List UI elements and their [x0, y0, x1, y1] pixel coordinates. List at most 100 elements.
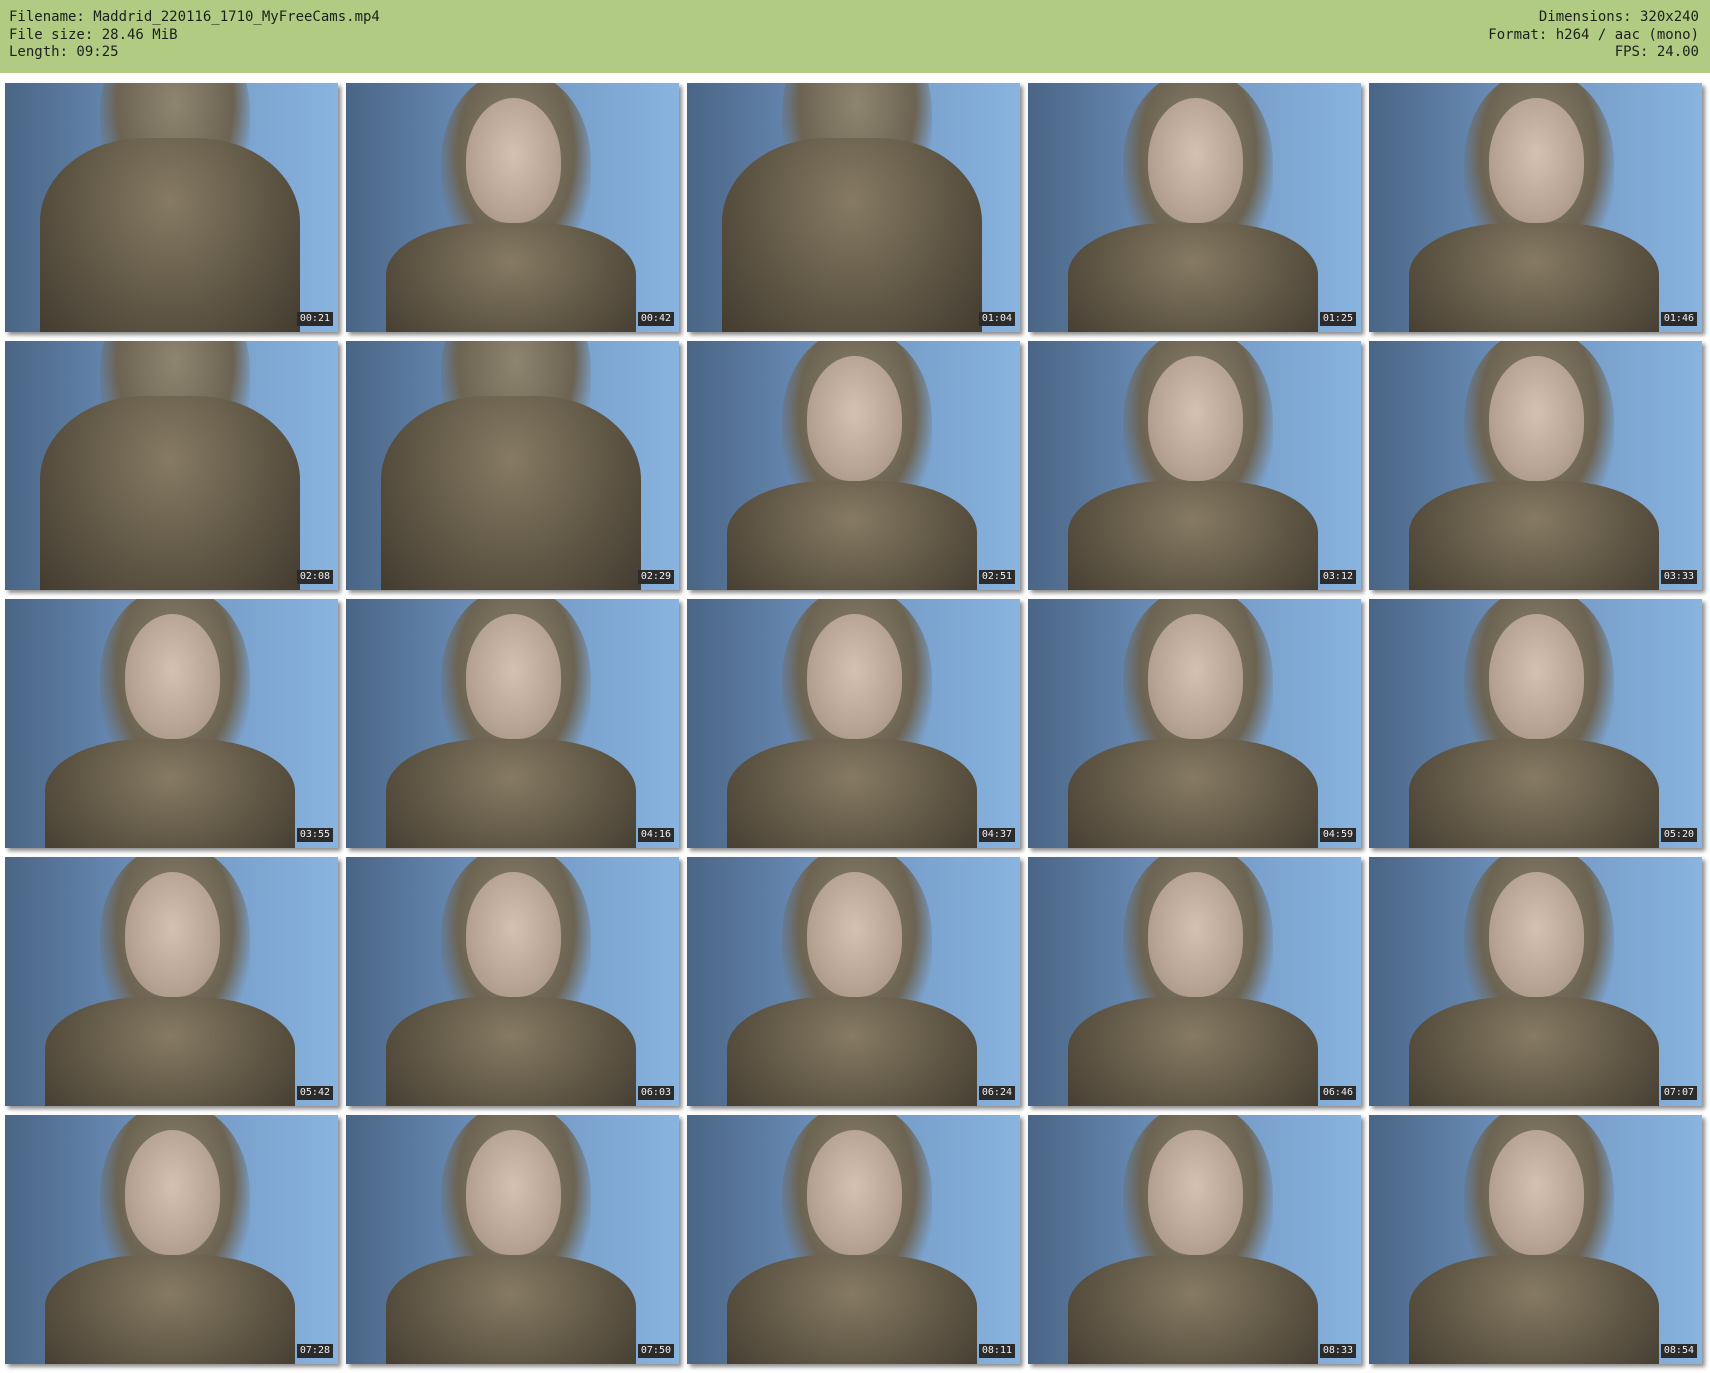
frame-dress-shape: [1068, 997, 1318, 1106]
frame-face-shape: [466, 872, 561, 997]
video-thumbnail: 07:50: [346, 1115, 679, 1364]
frame-face-shape: [1148, 356, 1243, 481]
video-thumbnail: 00:21: [5, 83, 338, 332]
timestamp-label: 01:25: [1319, 312, 1356, 326]
frame-dress-shape: [386, 223, 636, 332]
timestamp-label: 02:08: [296, 570, 333, 584]
timestamp-label: 08:33: [1319, 1344, 1356, 1358]
info-header: Filename: Maddrid_220116_1710_MyFreeCams…: [0, 0, 1710, 73]
timestamp-label: 02:51: [978, 570, 1015, 584]
frame-dress-shape: [386, 997, 636, 1106]
frame-face-shape: [1148, 614, 1243, 739]
video-thumbnail: 07:28: [5, 1115, 338, 1364]
frame-dress-shape: [386, 739, 636, 848]
file-info-right: Dimensions: 320x240 Format: h264 / aac (m…: [1488, 9, 1699, 62]
dimensions-text: Dimensions: 320x240: [1538, 9, 1699, 25]
fps-text: FPS: 24.00: [1614, 44, 1699, 60]
frame-dress-shape: [1409, 1255, 1659, 1364]
frame-face-shape: [125, 614, 220, 739]
frame-face-shape: [807, 872, 902, 997]
timestamp-label: 07:28: [296, 1344, 333, 1358]
timestamp-label: 07:07: [1660, 1086, 1697, 1100]
file-info-left: Filename: Maddrid_220116_1710_MyFreeCams…: [9, 9, 380, 62]
frame-face-shape: [125, 1130, 220, 1255]
video-thumbnail: 01:04: [687, 83, 1020, 332]
timestamp-label: 08:54: [1660, 1344, 1697, 1358]
frame-dress-shape: [727, 481, 977, 590]
frame-dress-shape: [1409, 481, 1659, 590]
filename-text: Filename: Maddrid_220116_1710_MyFreeCams…: [9, 9, 380, 25]
timestamp-label: 01:04: [978, 312, 1015, 326]
frame-face-shape: [807, 356, 902, 481]
frame-dress-shape: [45, 739, 295, 848]
frame-face-shape: [1489, 1130, 1584, 1255]
frame-dress-shape: [1409, 739, 1659, 848]
frame-face-shape: [466, 1130, 561, 1255]
frame-face-shape: [1489, 356, 1584, 481]
frame-dress-shape: [1409, 223, 1659, 332]
frame-dress-shape: [381, 396, 641, 590]
frame-face-shape: [807, 614, 902, 739]
frame-face-shape: [466, 614, 561, 739]
video-thumbnail: 00:42: [346, 83, 679, 332]
length-text: Length: 09:25: [9, 44, 119, 60]
frame-face-shape: [1148, 1130, 1243, 1255]
timestamp-label: 05:20: [1660, 828, 1697, 842]
format-text: Format: h264 / aac (mono): [1488, 26, 1699, 43]
frame-dress-shape: [727, 1255, 977, 1364]
timestamp-label: 04:16: [637, 828, 674, 842]
frame-dress-shape: [1068, 481, 1318, 590]
timestamp-label: 06:03: [637, 1086, 674, 1100]
video-thumbnail: 05:42: [5, 857, 338, 1106]
video-thumbnail: 03:12: [1028, 341, 1361, 590]
frame-dress-shape: [727, 739, 977, 848]
frame-dress-shape: [1068, 1255, 1318, 1364]
video-thumbnail: 04:37: [687, 599, 1020, 848]
timestamp-label: 04:59: [1319, 828, 1356, 842]
frame-dress-shape: [386, 1255, 636, 1364]
video-thumbnail: 08:33: [1028, 1115, 1361, 1364]
frame-dress-shape: [45, 1255, 295, 1364]
timestamp-label: 00:21: [296, 312, 333, 326]
video-thumbnail: 03:33: [1369, 341, 1702, 590]
video-thumbnail: 06:03: [346, 857, 679, 1106]
video-thumbnail: 01:46: [1369, 83, 1702, 332]
frame-dress-shape: [1068, 739, 1318, 848]
frame-dress-shape: [1068, 223, 1318, 332]
frame-face-shape: [466, 98, 561, 223]
frame-dress-shape: [40, 138, 300, 332]
video-thumbnail: 04:16: [346, 599, 679, 848]
frame-dress-shape: [40, 396, 300, 590]
video-thumbnail: 08:11: [687, 1115, 1020, 1364]
video-thumbnail: 05:20: [1369, 599, 1702, 848]
timestamp-label: 08:11: [978, 1344, 1015, 1358]
frame-face-shape: [1489, 872, 1584, 997]
frame-face-shape: [1148, 872, 1243, 997]
timestamp-label: 04:37: [978, 828, 1015, 842]
timestamp-label: 00:42: [637, 312, 674, 326]
video-thumbnail: 07:07: [1369, 857, 1702, 1106]
video-thumbnail: 02:29: [346, 341, 679, 590]
video-thumbnail: 03:55: [5, 599, 338, 848]
video-thumbnail: 04:59: [1028, 599, 1361, 848]
frame-dress-shape: [722, 138, 982, 332]
frame-dress-shape: [1409, 997, 1659, 1106]
video-thumbnail: 01:25: [1028, 83, 1361, 332]
frame-dress-shape: [727, 997, 977, 1106]
timestamp-label: 05:42: [296, 1086, 333, 1100]
timestamp-label: 03:33: [1660, 570, 1697, 584]
timestamp-label: 06:46: [1319, 1086, 1356, 1100]
video-thumbnail: 02:08: [5, 341, 338, 590]
frame-face-shape: [1489, 614, 1584, 739]
timestamp-label: 02:29: [637, 570, 674, 584]
timestamp-label: 03:12: [1319, 570, 1356, 584]
frame-face-shape: [1148, 98, 1243, 223]
video-thumbnail: 06:46: [1028, 857, 1361, 1106]
timestamp-label: 01:46: [1660, 312, 1697, 326]
filesize-text: File size: 28.46 MiB: [9, 26, 178, 43]
video-thumbnail: 08:54: [1369, 1115, 1702, 1364]
frame-face-shape: [807, 1130, 902, 1255]
video-thumbnail: 06:24: [687, 857, 1020, 1106]
frame-face-shape: [125, 872, 220, 997]
timestamp-label: 03:55: [296, 828, 333, 842]
